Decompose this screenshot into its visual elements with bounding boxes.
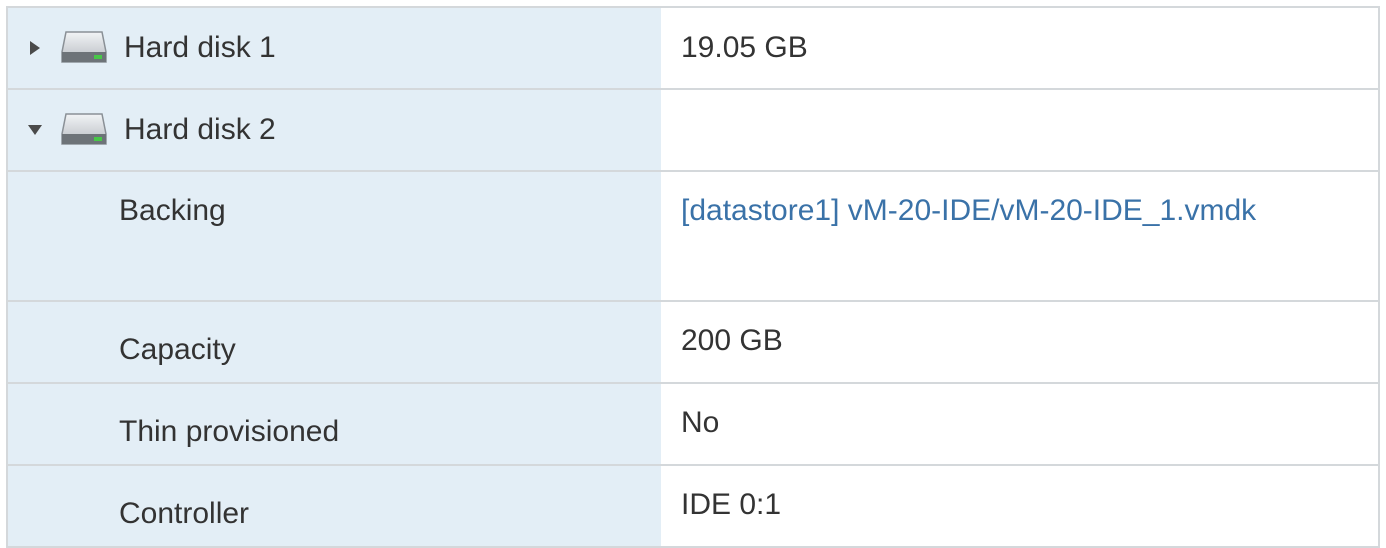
table-row-controller: Controller IDE 0:1 xyxy=(8,466,1378,548)
expand-toggle-hard-disk-1[interactable] xyxy=(22,35,48,61)
row-label: Controller xyxy=(119,496,250,530)
hard-disk-2-label-cell: Hard disk 2 xyxy=(8,90,661,170)
hard-disk-icon xyxy=(61,113,107,145)
capacity-label-cell: Capacity xyxy=(8,302,661,382)
row-value: 200 GB xyxy=(661,302,1378,382)
thin-provisioned-label-cell: Thin provisioned xyxy=(8,384,661,464)
hard-disk-icon xyxy=(61,31,107,63)
table-row-capacity: Capacity 200 GB xyxy=(8,302,1378,384)
backing-file-link[interactable]: [datastore1] vM-20-IDE/vM-20-IDE_1.vmdk xyxy=(681,194,1256,227)
table-row-thin-provisioned: Thin provisioned No xyxy=(8,384,1378,466)
table-row-backing: Backing [datastore1] vM-20-IDE/vM-20-IDE… xyxy=(8,172,1378,302)
backing-label-cell: Backing xyxy=(8,172,661,300)
table-row-hard-disk-2: Hard disk 2 xyxy=(8,90,1378,172)
hard-disk-1-label-cell: Hard disk 1 xyxy=(8,8,661,88)
row-label: Hard disk 2 xyxy=(124,113,276,146)
row-value xyxy=(661,90,1378,170)
disk-properties-grid: Hard disk 1 19.05 GB Hard disk 2 Backing… xyxy=(6,6,1380,548)
chevron-right-icon xyxy=(30,41,40,55)
row-value: IDE 0:1 xyxy=(661,466,1378,546)
row-label: Backing xyxy=(119,194,226,227)
row-label: Capacity xyxy=(119,332,236,366)
row-value: No xyxy=(661,384,1378,464)
row-value-cell: [datastore1] vM-20-IDE/vM-20-IDE_1.vmdk xyxy=(661,172,1378,300)
expand-toggle-hard-disk-2[interactable] xyxy=(22,117,48,143)
chevron-down-icon xyxy=(28,125,42,135)
controller-label-cell: Controller xyxy=(8,466,661,546)
row-value: 19.05 GB xyxy=(661,8,1378,88)
table-row-hard-disk-1: Hard disk 1 19.05 GB xyxy=(8,8,1378,90)
row-label: Hard disk 1 xyxy=(124,31,276,64)
row-label: Thin provisioned xyxy=(119,414,340,448)
